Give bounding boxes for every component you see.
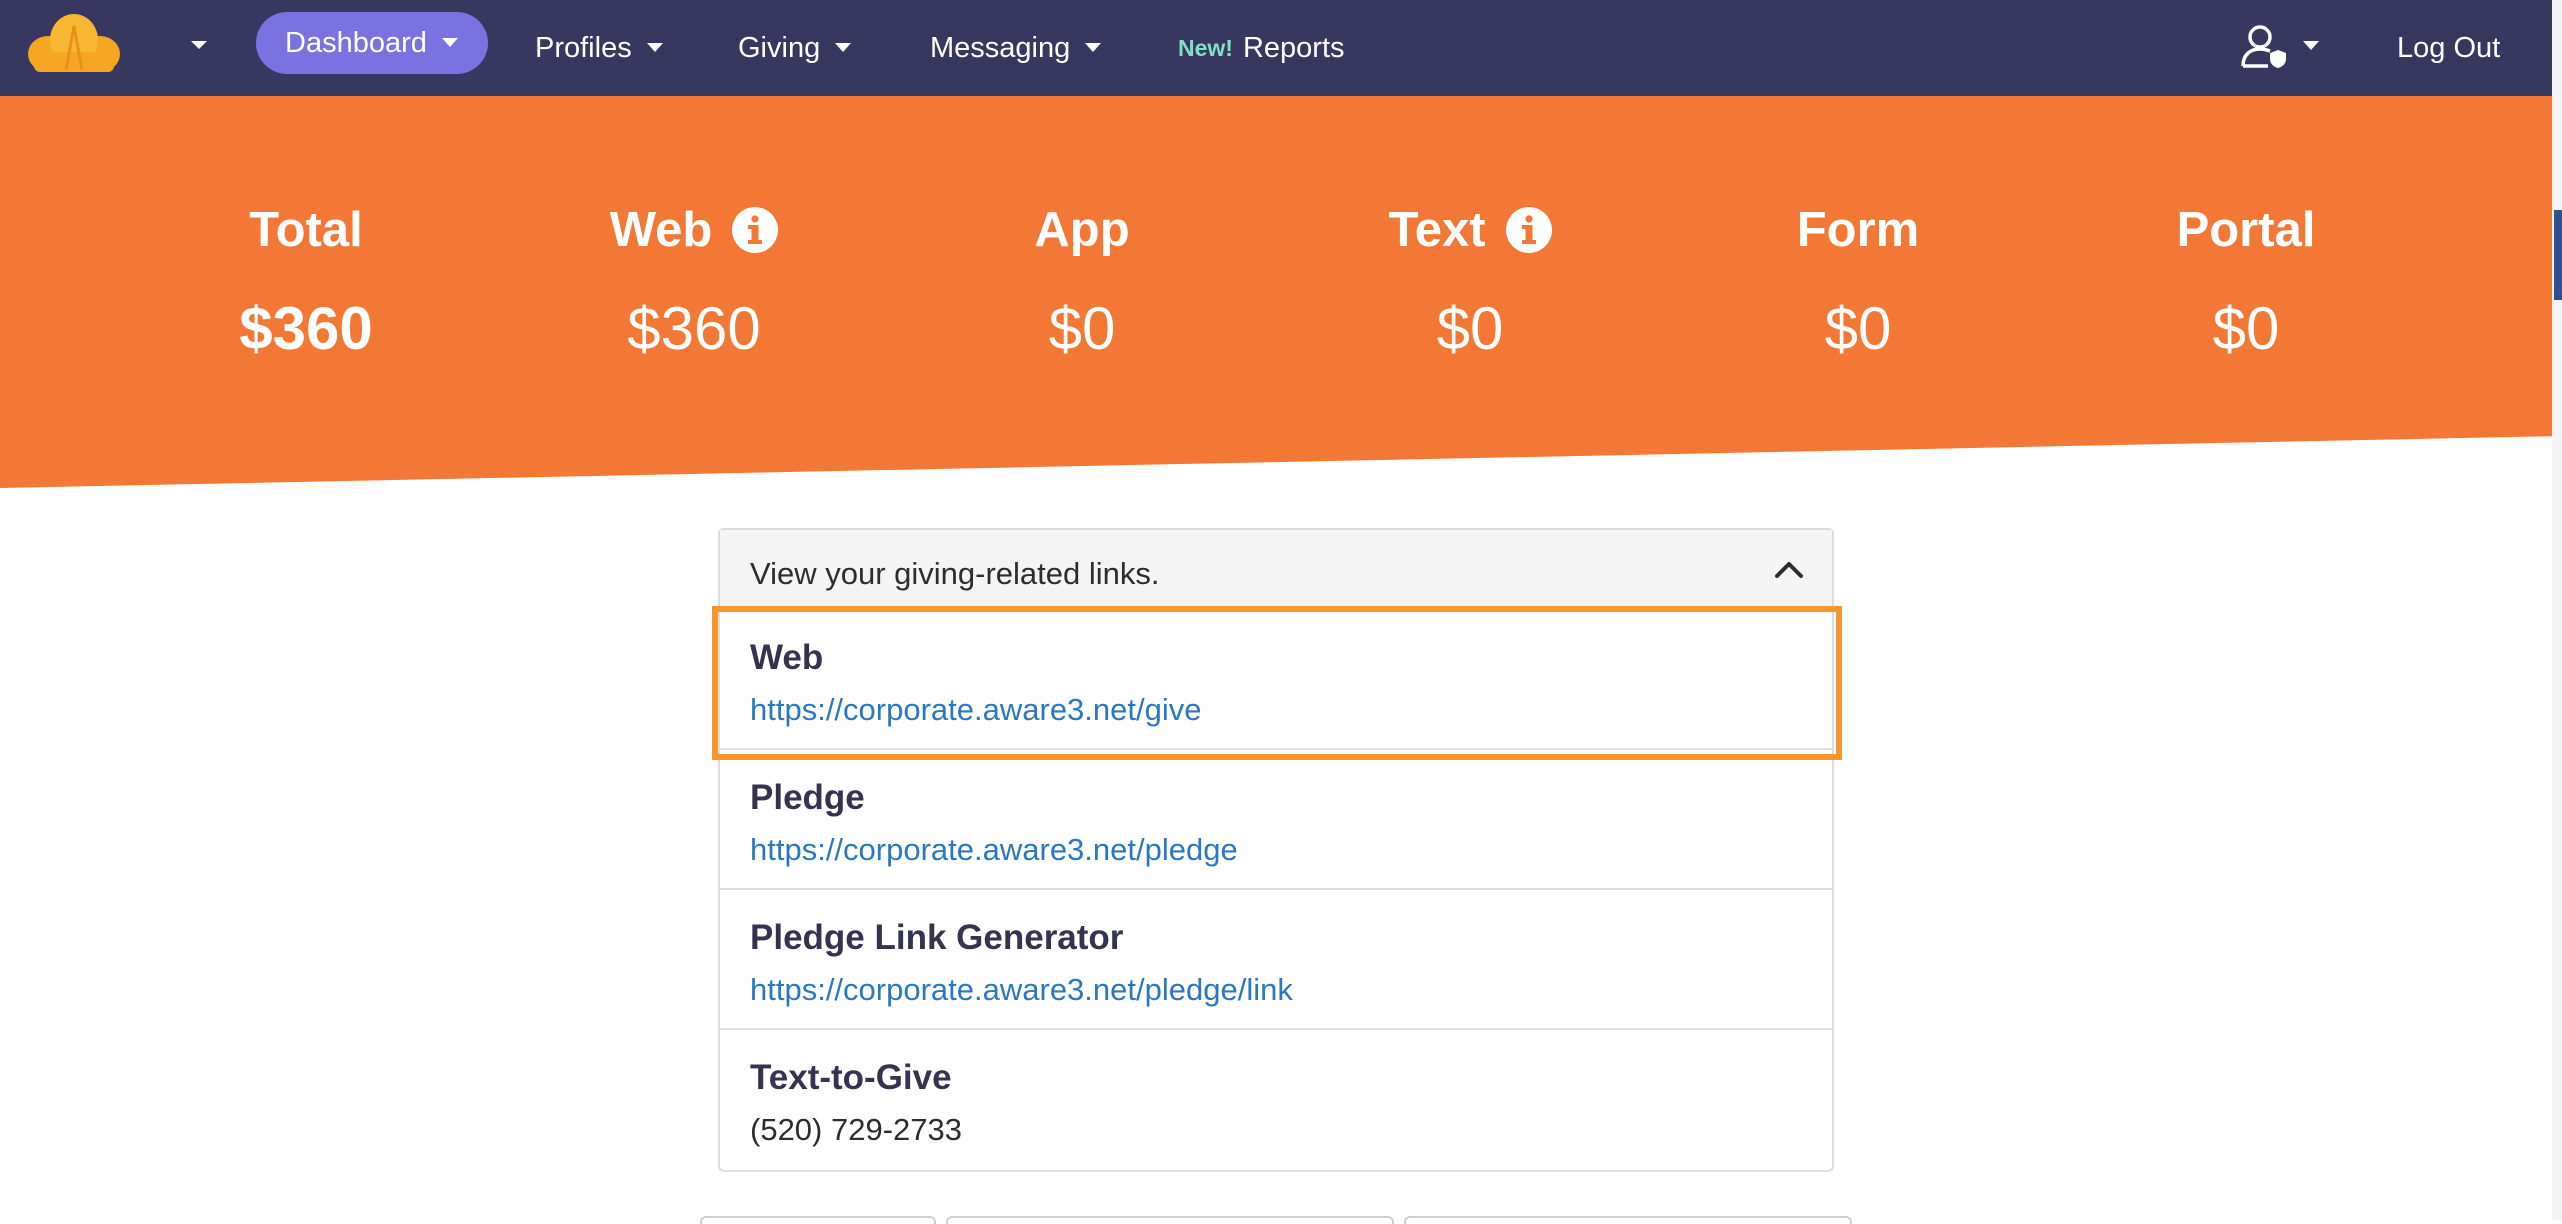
user-shield-icon[interactable] [2240, 24, 2288, 68]
nav-giving[interactable]: Giving [738, 0, 852, 96]
bottom-button-peek[interactable] [700, 1216, 936, 1224]
link-url[interactable]: https://corporate.aware3.net/pledge/link [750, 972, 1293, 1008]
new-badge: New! [1178, 34, 1233, 61]
window-edge-accent [2554, 210, 2562, 300]
chevron-down-icon[interactable] [2302, 40, 2320, 52]
nav-messaging[interactable]: Messaging [930, 0, 1102, 96]
link-title: Pledge Link Generator [750, 918, 1124, 957]
nav-profiles-label: Profiles [535, 31, 632, 64]
nav-dashboard[interactable]: Dashboard [256, 12, 488, 74]
stat-label: Form [1796, 203, 1920, 257]
nav-profiles[interactable]: Profiles [535, 0, 664, 96]
card-header[interactable]: View your giving-related links. [720, 530, 1832, 610]
card-header-text: View your giving-related links. [750, 556, 1160, 591]
link-title: Pledge [750, 778, 865, 817]
link-row-text-to-give: Text-to-Give (520) 729-2733 [720, 1030, 1832, 1170]
stat-value: $360 [239, 295, 373, 362]
info-icon[interactable] [732, 207, 779, 253]
top-nav: Dashboard Profiles Giving Messaging New!… [0, 0, 2562, 96]
stat-form: Form $0 [1708, 190, 2008, 363]
nav-messaging-label: Messaging [930, 31, 1071, 64]
info-icon[interactable] [1505, 207, 1552, 253]
stat-total: Total $360 [156, 190, 456, 363]
stat-label: Text [1388, 203, 1486, 257]
bottom-button-peek[interactable] [946, 1216, 1394, 1224]
phone-number: (520) 729-2733 [750, 1112, 962, 1147]
stat-label: Total [249, 203, 363, 257]
chevron-down-icon [835, 43, 852, 52]
chevron-down-icon [1085, 43, 1102, 52]
link-title: Text-to-Give [750, 1058, 952, 1097]
stat-portal: Portal $0 [2096, 190, 2396, 363]
stat-value: $0 [2212, 295, 2280, 362]
link-url[interactable]: https://corporate.aware3.net/pledge [750, 832, 1238, 868]
window-edge [2552, 0, 2562, 1220]
nav-giving-label: Giving [738, 31, 821, 64]
stat-text: Text $0 [1320, 190, 1620, 363]
chevron-up-icon[interactable] [1774, 558, 1804, 580]
stat-value: $0 [1824, 295, 1892, 362]
bottom-button-peek[interactable] [1404, 1216, 1852, 1224]
cloud-logo-icon[interactable] [26, 12, 122, 74]
logout-link[interactable]: Log Out [2397, 0, 2500, 96]
stat-app: App $0 [932, 190, 1232, 363]
stat-web: Web $360 [544, 190, 844, 363]
stat-value: $0 [1436, 295, 1504, 362]
stat-label: Web [609, 203, 713, 257]
link-row-pledge-generator: Pledge Link Generator https://corporate.… [720, 890, 1832, 1030]
chevron-down-icon [646, 43, 663, 52]
chevron-down-icon [441, 38, 458, 47]
chevron-down-icon[interactable] [188, 34, 210, 56]
stat-label: App [1034, 203, 1130, 257]
nav-reports-label: Reports [1242, 31, 1345, 64]
nav-reports[interactable]: New! Reports [1178, 0, 1345, 96]
nav-dashboard-label: Dashboard [285, 26, 427, 59]
highlight-box [712, 606, 1842, 760]
stat-label: Portal [2176, 203, 2316, 257]
stat-value: $0 [1048, 295, 1116, 362]
stat-value: $360 [627, 295, 761, 362]
link-row-pledge: Pledge https://corporate.aware3.net/pled… [720, 750, 1832, 890]
